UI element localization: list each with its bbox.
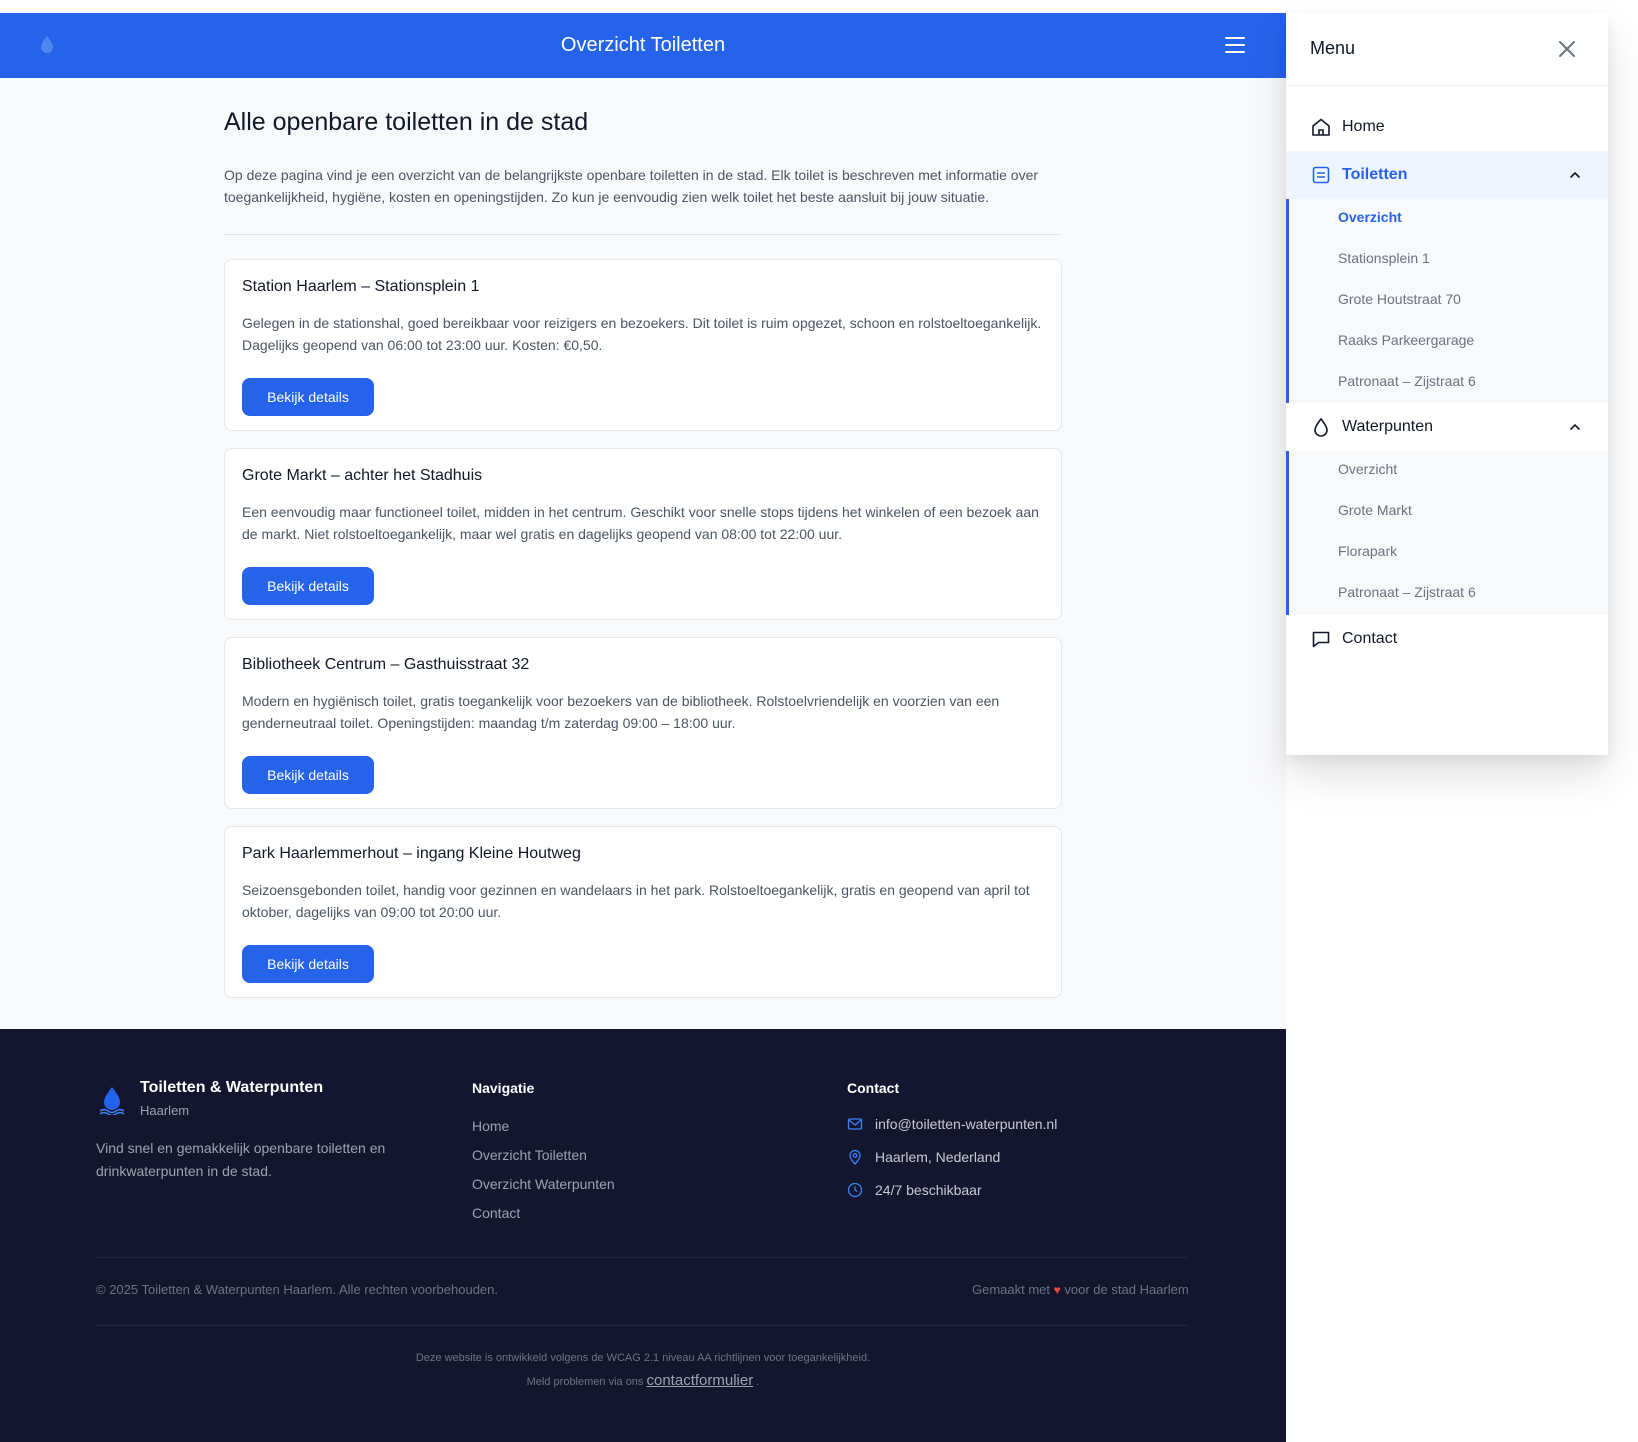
details-button[interactable]: Bekijk details <box>242 378 374 416</box>
footer-link-home[interactable]: Home <box>472 1118 509 1134</box>
submenu-item-patronaat[interactable]: Patronaat – Zijstraat 6 <box>1338 584 1476 600</box>
contact-form-link[interactable]: contactformulier <box>647 1372 754 1389</box>
menu-item-label: Home <box>1342 118 1385 135</box>
footer-report: Meld problemen via ons contactformulier … <box>0 1372 1286 1389</box>
footer-made-with: Gemaakt met ♥ voor de stad Haarlem <box>972 1282 1189 1297</box>
submenu-item-florapark[interactable]: Florapark <box>1338 543 1397 559</box>
submenu-item-overzicht[interactable]: Overzicht <box>1338 461 1397 477</box>
mail-icon <box>847 1118 863 1130</box>
menu-item-contact[interactable]: Contact <box>1286 615 1608 663</box>
footer-divider <box>96 1325 1188 1326</box>
chat-icon <box>1312 631 1330 648</box>
report-prefix: Meld problemen via ons <box>526 1376 644 1388</box>
clock-icon <box>847 1182 863 1198</box>
menu-item-label: Toiletten <box>1342 166 1408 183</box>
side-menu-drawer: Menu Home Toiletten Overzicht Stationspl… <box>1286 13 1608 755</box>
submenu-item-overzicht[interactable]: Overzicht <box>1338 209 1402 225</box>
heart-icon: ♥ <box>1053 1283 1061 1297</box>
footer-link-waterpunten[interactable]: Overzicht Waterpunten <box>472 1176 615 1192</box>
submenu-item-grote-markt[interactable]: Grote Markt <box>1338 502 1412 518</box>
water-drop-icon <box>41 36 53 53</box>
card-text: Een eenvoudig maar functioneel toilet, m… <box>242 504 1039 542</box>
intro-text: Op deze pagina vind je een overzicht van… <box>224 167 1039 205</box>
footer-copyright: © 2025 Toiletten & Waterpunten Haarlem. … <box>96 1282 498 1297</box>
toilet-card: Bibliotheek Centrum – Gasthuisstraat 32 … <box>224 637 1062 809</box>
header-title: Overzicht Toiletten <box>560 34 726 56</box>
page: Overzicht Toiletten Alle openbare toilet… <box>0 0 1638 1442</box>
chevron-up-icon[interactable] <box>1568 420 1582 434</box>
footer-contact-title: Contact <box>847 1080 900 1096</box>
report-suffix: . <box>756 1376 760 1388</box>
drawer-header: Menu <box>1286 13 1608 86</box>
toilet-card: Station Haarlem – Stationsplein 1 Gelege… <box>224 259 1062 431</box>
footer-email-row[interactable]: info@toiletten-waterpunten.nl <box>847 1116 1057 1132</box>
top-header: Overzicht Toiletten <box>0 13 1286 78</box>
footer-divider <box>96 1257 1188 1258</box>
page-title: Alle openbare toiletten in de stad <box>224 108 589 136</box>
drawer-title: Menu <box>1310 38 1356 58</box>
footer-description: Vind snel en gemakkelijk openbare toilet… <box>96 1140 386 1179</box>
toiletten-submenu: Overzicht Stationsplein 1 Grote Houtstra… <box>1286 199 1608 403</box>
details-button[interactable]: Bekijk details <box>242 945 374 983</box>
footer-link-toiletten[interactable]: Overzicht Toiletten <box>472 1147 587 1163</box>
chevron-up-icon[interactable] <box>1568 168 1582 182</box>
waterpunten-submenu: Overzicht Grote Markt Florapark Patronaa… <box>1286 451 1608 615</box>
made-with-suffix: voor de stad Haarlem <box>1064 1282 1189 1297</box>
divider <box>224 234 1062 235</box>
submenu-item-grote-houtstraat[interactable]: Grote Houtstraat 70 <box>1338 291 1461 307</box>
footer-brand-name: Toiletten & Waterpunten <box>140 1079 324 1096</box>
made-with-prefix: Gemaakt met <box>972 1282 1051 1297</box>
card-text: Modern en hygiënisch toilet, gratis toeg… <box>242 693 1000 731</box>
water-drop-icon <box>1314 417 1328 437</box>
document-icon <box>1312 166 1330 184</box>
card-title: Station Haarlem – Stationsplein 1 <box>242 278 480 295</box>
card-title: Grote Markt – achter het Stadhuis <box>242 467 483 484</box>
details-button[interactable]: Bekijk details <box>242 756 374 794</box>
menu-item-home[interactable]: Home <box>1286 103 1608 151</box>
main-content: Alle openbare toiletten in de stad Op de… <box>0 78 1286 1029</box>
submenu-item-patronaat[interactable]: Patronaat – Zijstraat 6 <box>1338 373 1476 389</box>
card-title: Park Haarlemmerhout – ingang Kleine Hout… <box>242 845 581 862</box>
card-text: Seizoensgebonden toilet, handig voor gez… <box>242 882 1030 920</box>
close-icon[interactable] <box>1554 36 1580 62</box>
footer-link-contact[interactable]: Contact <box>472 1205 520 1221</box>
footer-brand-city: Haarlem <box>140 1103 190 1118</box>
card-title: Bibliotheek Centrum – Gasthuisstraat 32 <box>242 656 530 673</box>
water-drop-icon <box>99 1087 125 1115</box>
details-button[interactable]: Bekijk details <box>242 567 374 605</box>
menu-item-toiletten[interactable]: Toiletten <box>1286 151 1608 199</box>
menu-item-waterpunten[interactable]: Waterpunten <box>1286 403 1608 451</box>
footer-location-row: Haarlem, Nederland <box>847 1149 1000 1165</box>
submenu-item-stationsplein[interactable]: Stationsplein 1 <box>1338 250 1430 266</box>
hamburger-icon[interactable] <box>1222 32 1248 58</box>
site-footer: Toiletten & Waterpunten Haarlem Vind sne… <box>0 1029 1286 1442</box>
toilet-card: Grote Markt – achter het Stadhuis Een ee… <box>224 448 1062 620</box>
footer-location: Haarlem, Nederland <box>875 1149 1001 1165</box>
footer-nav-title: Navigatie <box>472 1080 535 1096</box>
footer-email[interactable]: info@toiletten-waterpunten.nl <box>875 1116 1057 1132</box>
footer-hours: 24/7 beschikbaar <box>875 1182 982 1198</box>
home-icon <box>1312 118 1330 136</box>
menu-item-label: Contact <box>1342 630 1398 647</box>
menu-item-label: Waterpunten <box>1342 418 1434 435</box>
card-text: Gelegen in de stationshal, goed bereikba… <box>242 315 1042 353</box>
map-pin-icon <box>849 1149 861 1165</box>
submenu-item-raaks[interactable]: Raaks Parkeergarage <box>1338 332 1474 348</box>
toilet-card: Park Haarlemmerhout – ingang Kleine Hout… <box>224 826 1062 998</box>
footer-wcag-note: Deze website is ontwikkeld volgens de WC… <box>415 1352 871 1364</box>
footer-hours-row: 24/7 beschikbaar <box>847 1182 982 1198</box>
